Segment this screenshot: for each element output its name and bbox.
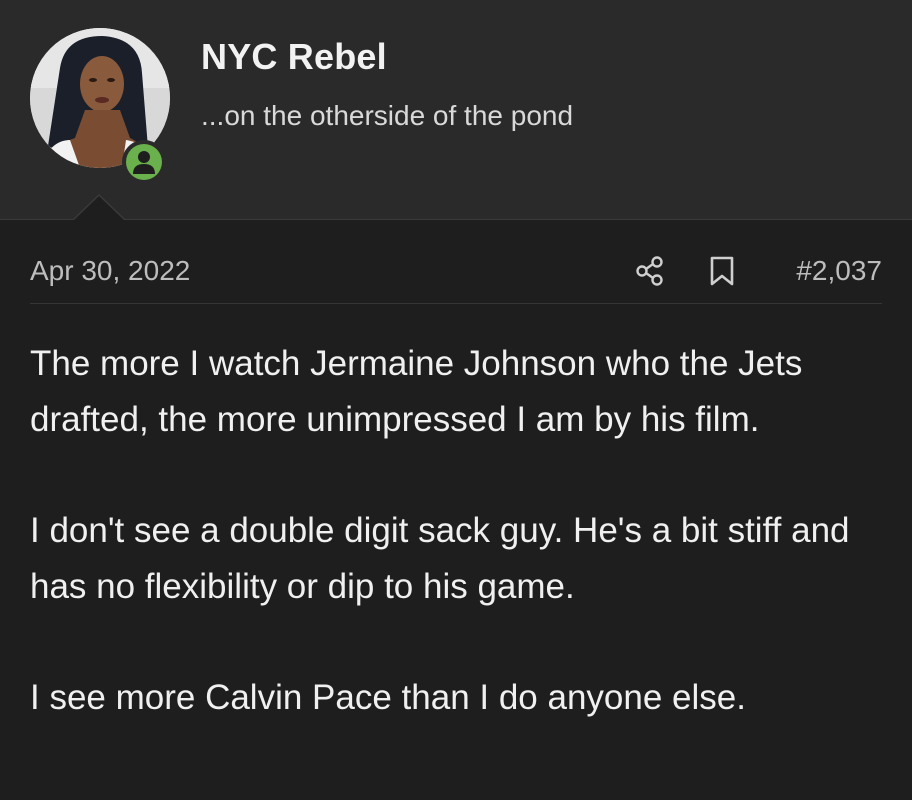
share-button[interactable] [630, 251, 670, 291]
online-badge [122, 140, 166, 184]
bookmark-button[interactable] [702, 251, 742, 291]
online-user-icon [126, 144, 162, 180]
post-body: The more I watch Jermaine Johnson who th… [30, 336, 882, 781]
forum-post: NYC Rebel ...on the otherside of the pon… [0, 0, 912, 800]
header-pointer [74, 196, 124, 220]
username[interactable]: NYC Rebel [201, 36, 387, 78]
post-number-link[interactable]: #2,037 [796, 255, 882, 287]
post-paragraph: I don't see a double digit sack guy. He'… [30, 511, 850, 606]
post-meta: Apr 30, 2022 #2,037 [30, 245, 882, 304]
bookmark-icon [710, 256, 734, 286]
post-date[interactable]: Apr 30, 2022 [30, 255, 190, 287]
post-paragraph: I see more Calvin Pace than I do anyone … [30, 678, 746, 717]
share-icon [636, 256, 663, 286]
avatar-container[interactable] [30, 28, 170, 184]
user-title: ...on the otherside of the pond [201, 100, 574, 131]
post-paragraph: The more I watch Jermaine Johnson who th… [30, 344, 803, 439]
user-header: NYC Rebel ...on the otherside of the pon… [0, 0, 912, 220]
